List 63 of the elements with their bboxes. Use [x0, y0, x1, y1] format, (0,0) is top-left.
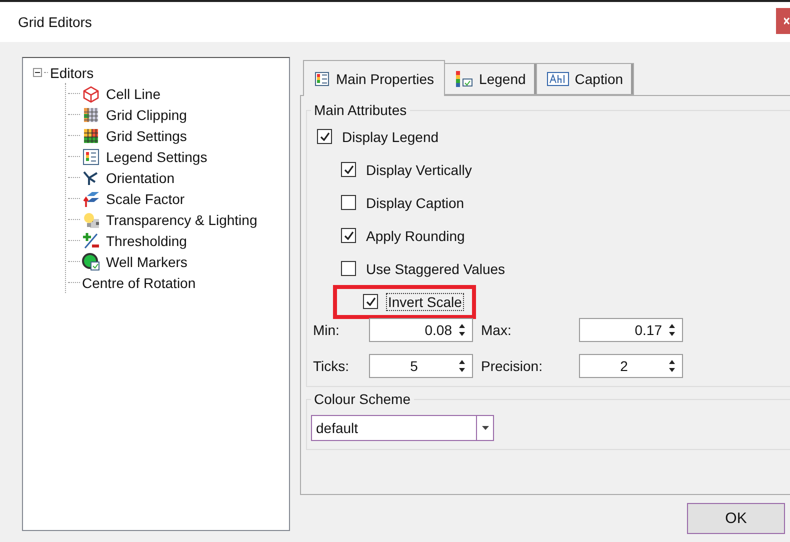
spin-arrows-icon[interactable] [668, 323, 676, 337]
tab[interactable]: Main Properties [303, 60, 446, 96]
check-icon [366, 297, 376, 306]
tree-item[interactable]: Editors [50, 64, 94, 80]
grid-icon [82, 106, 100, 124]
check-icon [344, 231, 354, 240]
group-title: Colour Scheme [313, 391, 412, 407]
ok-button[interactable]: OK [687, 503, 785, 534]
field-label: Min: [313, 322, 340, 338]
checkbox[interactable] [341, 228, 356, 243]
tree-item[interactable]: Thresholding [106, 232, 187, 248]
bulb-icon [82, 210, 100, 228]
axes-icon [82, 168, 100, 186]
legend-icon [82, 148, 100, 166]
tree-item[interactable]: Legend Settings [106, 148, 208, 164]
tree-item[interactable]: Centre of Rotation [82, 274, 196, 290]
checkbox[interactable] [341, 261, 356, 276]
tree-item[interactable]: Cell Line [106, 86, 160, 102]
checkbox-label[interactable]: Use Staggered Values [364, 260, 508, 278]
spin-arrows-icon[interactable] [668, 359, 676, 373]
field-label: Ticks: [313, 358, 350, 374]
text-box-icon [546, 72, 569, 86]
color-bar-icon [455, 71, 474, 87]
marker-icon [82, 252, 100, 270]
tree-item[interactable]: Grid Settings [106, 128, 187, 144]
field-label: Max: [481, 322, 512, 338]
legend-icon [314, 70, 330, 86]
spin-arrows-icon[interactable] [458, 323, 466, 337]
spin-field[interactable]: 0.08 [369, 318, 473, 342]
checkbox[interactable] [341, 195, 356, 210]
tab[interactable]: Caption [536, 63, 634, 95]
tree-item[interactable]: Orientation [106, 170, 174, 186]
tree-item[interactable]: Grid Clipping [106, 106, 187, 122]
tab[interactable]: Legend [444, 63, 537, 95]
grid-icon [82, 126, 100, 144]
spin-field[interactable]: 2 [579, 354, 683, 378]
checkbox-label[interactable]: Invert Scale [386, 292, 464, 310]
checkbox[interactable] [363, 294, 378, 309]
spin-field[interactable]: 5 [369, 354, 473, 378]
checkbox-label[interactable]: Display Caption [364, 194, 466, 212]
spin-arrows-icon[interactable] [458, 359, 466, 373]
field-label: Precision: [481, 358, 544, 374]
close-icon[interactable] [784, 17, 790, 25]
checkbox-label[interactable]: Display Vertically [364, 160, 474, 178]
cube-icon [82, 84, 100, 102]
checkbox-label[interactable]: Display Legend [340, 128, 441, 146]
check-icon [344, 165, 354, 174]
group-title: Main Attributes [313, 102, 408, 118]
tree-item[interactable]: Scale Factor [106, 190, 185, 206]
window-title: Grid Editors [18, 14, 92, 30]
colour-scheme-dropdown[interactable]: default [311, 415, 494, 441]
spin-field[interactable]: 0.17 [579, 318, 683, 342]
dropdown-arrow-icon[interactable] [482, 426, 488, 430]
tree-item[interactable]: Well Markers [106, 254, 188, 270]
scale-icon [82, 190, 100, 208]
checkbox[interactable] [341, 162, 356, 177]
close-button[interactable] [776, 8, 790, 34]
collapse-icon[interactable] [33, 68, 42, 77]
tree-item[interactable]: Transparency & Lighting [106, 212, 258, 228]
checkbox[interactable] [317, 129, 332, 144]
check-icon [320, 132, 330, 141]
plus-minus-icon [82, 232, 100, 250]
checkbox-label[interactable]: Apply Rounding [364, 226, 467, 244]
